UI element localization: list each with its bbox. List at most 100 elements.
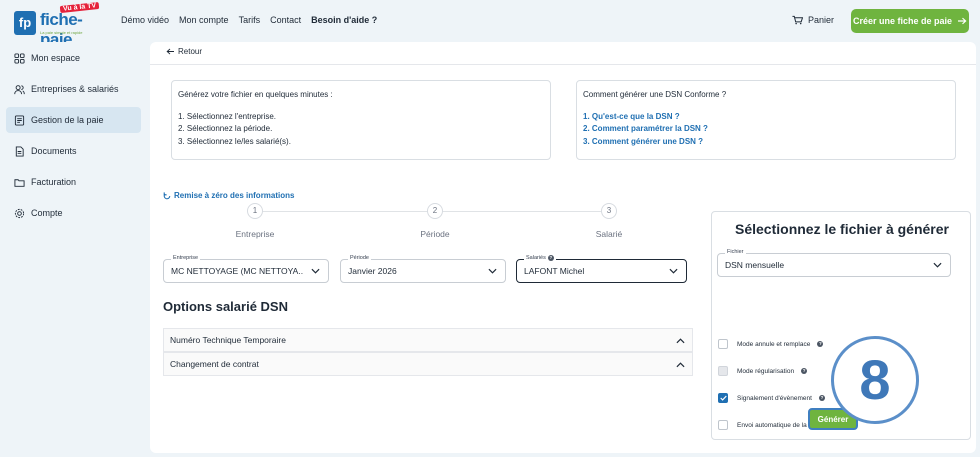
sidebar-item-documents[interactable]: Documents	[6, 138, 141, 164]
chevron-up-icon	[676, 338, 685, 344]
step-1-label: Entreprise	[235, 229, 275, 239]
option-envoi-auto[interactable]: Envoi automatique de la DSN	[718, 420, 822, 430]
salaries-label: Salariés?	[524, 255, 556, 261]
generate-label: Générer	[817, 414, 849, 424]
option-label: Signalement d'évènement	[737, 394, 812, 402]
sidebar-item-label: Entreprises & salariés	[31, 84, 119, 94]
chevron-up-icon	[676, 362, 685, 368]
nav-demo-video[interactable]: Démo vidéo	[121, 15, 169, 25]
help-icon[interactable]: ?	[817, 341, 824, 347]
entreprise-label: Entreprise	[171, 255, 201, 261]
step-3-label: Salarié	[595, 229, 623, 239]
check-icon	[719, 395, 727, 401]
options-title: Options salarié DSN	[163, 299, 288, 314]
gear-icon	[14, 208, 25, 218]
sidebar-item-label: Gestion de la paie	[31, 115, 104, 125]
nav-tarifs[interactable]: Tarifs	[239, 15, 261, 25]
fichier-label: Fichier	[725, 249, 746, 255]
option-regularisation[interactable]: Mode régularisation ?	[718, 366, 808, 376]
help-icon[interactable]: ?	[547, 255, 554, 261]
divider	[150, 64, 976, 65]
accordion-label: Changement de contrat	[170, 359, 259, 369]
option-annule-remplace[interactable]: Mode annule et remplace ?	[718, 339, 824, 349]
salaries-value: LAFONT Michel	[524, 266, 585, 276]
instruction-step: 2. Sélectionnez la période.	[178, 124, 273, 133]
nav-contact[interactable]: Contact	[270, 15, 301, 25]
reset-label: Remise à zéro des informations	[174, 191, 295, 200]
checkbox-signalement[interactable]	[718, 393, 728, 403]
cart-link[interactable]: Panier	[792, 15, 834, 25]
cart-label: Panier	[808, 15, 835, 25]
logo-mark: fp	[14, 11, 36, 35]
back-link[interactable]: Retour	[166, 47, 202, 56]
periode-select[interactable]: Période Janvier 2026	[340, 255, 506, 283]
salaries-select[interactable]: Salariés? LAFONT Michel	[516, 255, 687, 283]
reset-link[interactable]: Remise à zéro des informations	[163, 191, 294, 200]
help-link-dsn[interactable]: Qu'est-ce que la DSN ?	[592, 112, 680, 121]
arrow-right-icon	[958, 17, 967, 25]
instructions-title: Générez votre fichier en quelques minute…	[178, 90, 333, 99]
step-number-badge: 8	[831, 336, 919, 424]
document-icon	[15, 145, 24, 157]
back-label: Retour	[178, 47, 203, 56]
main-nav: Démo vidéo Mon compte Tarifs Contact Bes…	[121, 15, 387, 25]
option-label: Mode annule et remplace	[737, 340, 811, 348]
accordion-label: Numéro Technique Temporaire	[170, 335, 286, 345]
periode-label: Période	[348, 255, 371, 261]
step-2-label: Période	[420, 229, 450, 239]
checkbox-annule-remplace[interactable]	[718, 339, 728, 349]
periode-value: Janvier 2026	[348, 266, 397, 276]
fichier-select[interactable]: Fichier DSN mensuelle	[717, 249, 951, 277]
accordion-changement-contrat[interactable]: Changement de contrat	[163, 352, 693, 376]
help-icon[interactable]: ?	[818, 395, 825, 401]
panel-title: Sélectionnez le fichier à générer	[735, 221, 949, 237]
users-icon	[14, 84, 25, 94]
instruction-step: 1. Sélectionnez l'entreprise.	[178, 111, 277, 121]
option-signalement[interactable]: Signalement d'évènement ?	[718, 393, 825, 403]
cart-icon	[792, 15, 803, 25]
top-bar: fp Vu à la TV fiche-paie La paie simple …	[0, 0, 980, 49]
help-icon[interactable]: ?	[801, 368, 808, 374]
folder-icon	[14, 178, 25, 187]
help-link-row: 2. Comment paramétrer la DSN ?	[583, 124, 708, 133]
chevron-down-icon	[669, 268, 678, 274]
arrow-left-icon	[166, 48, 174, 55]
help-link-row: 3. Comment générer une DSN ?	[583, 136, 704, 146]
step-3-circle: 3	[601, 203, 617, 219]
refresh-icon	[163, 191, 171, 199]
help-box: Comment générer une DSN Conforme ? 1. Qu…	[576, 80, 956, 160]
help-link-parametrer[interactable]: Comment paramétrer la DSN ?	[592, 124, 708, 133]
nav-help[interactable]: Besoin d'aide ?	[311, 15, 377, 25]
sidebar-item-label: Facturation	[31, 177, 77, 187]
chevron-down-icon	[311, 268, 320, 274]
sidebar-item-label: Documents	[31, 146, 77, 156]
sidebar-item-label: Compte	[31, 208, 63, 218]
step-1-circle: 1	[247, 203, 263, 219]
payroll-icon	[14, 114, 25, 126]
cta-label: Créer une fiche de paie	[852, 16, 953, 26]
checkbox-envoi-auto[interactable]	[718, 420, 728, 430]
instruction-step: 3. Sélectionnez le/les salarié(s).	[178, 136, 291, 146]
logo-tagline: La paie simple et rapide	[40, 30, 83, 35]
fichier-value: DSN mensuelle	[725, 260, 785, 270]
help-link-generer[interactable]: Comment générer une DSN ?	[592, 137, 703, 146]
option-label: Mode régularisation	[737, 367, 795, 375]
nav-mon-compte[interactable]: Mon compte	[179, 15, 229, 25]
chevron-down-icon	[488, 268, 497, 274]
help-link-row: 1. Qu'est-ce que la DSN ?	[583, 111, 680, 121]
sidebar-item-facturation[interactable]: Facturation	[6, 169, 141, 195]
sidebar-item-mon-espace[interactable]: Mon espace	[6, 45, 141, 71]
sidebar-item-entreprises[interactable]: Entreprises & salariés	[6, 76, 141, 102]
grid-icon	[14, 52, 25, 64]
chevron-down-icon	[933, 262, 942, 268]
help-title: Comment générer une DSN Conforme ?	[583, 90, 727, 99]
sidebar-item-label: Mon espace	[31, 53, 81, 63]
logo[interactable]: fp Vu à la TV fiche-paie La paie simple …	[14, 1, 112, 49]
sidebar-item-compte[interactable]: Compte	[6, 200, 141, 226]
sidebar-item-gestion-paie[interactable]: Gestion de la paie	[6, 107, 141, 133]
accordion-numero-technique[interactable]: Numéro Technique Temporaire	[163, 328, 693, 352]
checkbox-regularisation[interactable]	[718, 366, 728, 376]
create-payslip-button[interactable]: Créer une fiche de paie	[851, 9, 969, 33]
sidebar: Mon espace Entreprises & salariés Gestio…	[0, 42, 148, 457]
entreprise-select[interactable]: Entreprise MC NETTOYAGE (MC NETTOYA...	[163, 255, 329, 283]
